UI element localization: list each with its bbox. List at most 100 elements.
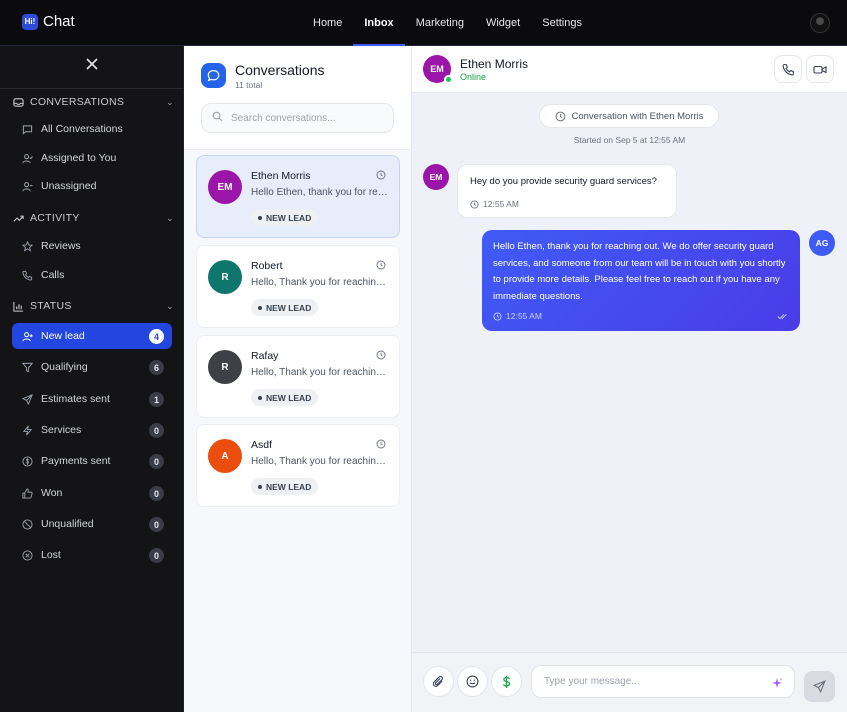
section-activity[interactable]: ACTIVITY ⌄ xyxy=(12,209,174,227)
search-box[interactable] xyxy=(201,103,394,133)
nav-settings[interactable]: Settings xyxy=(531,0,593,46)
count-badge: 0 xyxy=(149,423,164,438)
count-badge: 0 xyxy=(149,454,164,469)
section-label: CONVERSATIONS xyxy=(30,96,125,108)
clock-icon xyxy=(555,111,565,121)
conversation-card-asdf[interactable]: A Asdf Hello, Thank you for reaching out… xyxy=(196,424,400,507)
conversations-title: Conversations xyxy=(235,62,325,78)
conversation-name: Ethen Morris xyxy=(251,170,311,182)
count-badge: 0 xyxy=(149,548,164,563)
thumbs-up-icon xyxy=(21,487,33,499)
attach-button[interactable] xyxy=(423,666,454,697)
bar-chart-icon xyxy=(12,300,24,312)
clock-icon xyxy=(470,199,479,209)
nav-inbox[interactable]: Inbox xyxy=(353,0,406,46)
sparkle-ai-icon[interactable] xyxy=(771,677,783,689)
online-indicator xyxy=(444,75,453,84)
user-minus-icon xyxy=(21,180,33,192)
conversation-card-rafay[interactable]: R Rafay Hello, Thank you for reaching ou… xyxy=(196,335,400,418)
conversation-preview: Hello, Thank you for reaching out. xyxy=(251,367,389,378)
sidebar-item-label: Services xyxy=(41,424,82,436)
payment-button[interactable] xyxy=(491,666,522,697)
status-badge-label: NEW LEAD xyxy=(266,302,312,313)
count-badge: 6 xyxy=(149,360,164,375)
status-badge: NEW LEAD xyxy=(251,478,319,495)
chat-panel: EM Ethen Morris Online Conversation with… xyxy=(412,46,847,712)
sidebar-item-lost[interactable]: Lost 0 xyxy=(12,542,172,568)
section-label: STATUS xyxy=(30,300,72,312)
count-badge: 0 xyxy=(149,486,164,501)
nav-marketing[interactable]: Marketing xyxy=(405,0,475,46)
status-badge-label: NEW LEAD xyxy=(266,392,312,403)
video-call-button[interactable] xyxy=(806,55,834,83)
incoming-message: Hey do you provide security guard servic… xyxy=(457,164,677,218)
message-input[interactable] xyxy=(544,676,764,687)
sidebar-item-unqualified[interactable]: Unqualified 0 xyxy=(12,511,172,537)
send-icon xyxy=(21,393,33,405)
sidebar-item-won[interactable]: Won 0 xyxy=(12,480,172,506)
search-input[interactable] xyxy=(231,112,381,124)
sidebar-item-label: Qualifying xyxy=(41,361,88,373)
message-input-box[interactable] xyxy=(531,665,795,698)
phone-icon xyxy=(782,63,794,75)
nav-home[interactable]: Home xyxy=(302,0,353,46)
user-avatar[interactable] xyxy=(810,13,830,33)
sidebar-item-calls[interactable]: Calls xyxy=(12,262,172,288)
nav-widget[interactable]: Widget xyxy=(475,0,531,46)
section-status[interactable]: STATUS ⌄ xyxy=(12,297,174,315)
sidebar-item-qualifying[interactable]: Qualifying 6 xyxy=(12,354,172,380)
top-bar: Hi! Chat Home Inbox Marketing Widget Set… xyxy=(0,0,847,46)
contact-name: Ethen Morris xyxy=(460,57,529,71)
close-icon[interactable] xyxy=(84,58,100,74)
sidebar-item-label: Estimates sent xyxy=(41,393,110,405)
filter-icon xyxy=(21,361,33,373)
phone-icon xyxy=(21,269,33,281)
section-label: ACTIVITY xyxy=(30,212,80,224)
sidebar-item-estimates-sent[interactable]: Estimates sent 1 xyxy=(12,386,172,412)
sidebar-item-services[interactable]: Services 0 xyxy=(12,417,172,443)
chevron-down-icon: ⌄ xyxy=(166,300,174,311)
chat-header: EM Ethen Morris Online xyxy=(412,46,847,93)
sidebar-item-assigned[interactable]: Assigned to You xyxy=(12,145,172,171)
conversations-panel: Conversations 11 total EM Ethen Morris H… xyxy=(184,46,412,712)
sidebar-item-label: All Conversations xyxy=(41,123,123,135)
call-button[interactable] xyxy=(774,55,802,83)
avatar: EM xyxy=(208,170,242,204)
send-button[interactable] xyxy=(804,671,835,702)
sidebar-item-new-lead[interactable]: New lead 4 xyxy=(12,323,172,349)
conversation-card-robert[interactable]: R Robert Hello, Thank you for reaching o… xyxy=(196,245,400,328)
message-avatar: EM xyxy=(423,164,449,190)
status-badge: NEW LEAD xyxy=(251,209,319,226)
dollar-circle-icon xyxy=(21,455,33,467)
message-text: Hello Ethen, thank you for reaching out.… xyxy=(493,241,786,302)
sidebar-item-label: Unqualified xyxy=(41,518,94,530)
sidebar-item-payments-sent[interactable]: Payments sent 0 xyxy=(12,448,172,474)
sidebar-item-all-conversations[interactable]: All Conversations xyxy=(12,116,172,142)
sidebar-item-reviews[interactable]: Reviews xyxy=(12,233,172,259)
app-name: Chat xyxy=(43,13,75,30)
status-badge-label: NEW LEAD xyxy=(266,481,312,492)
send-icon xyxy=(813,680,826,693)
conversation-preview: Hello, Thank you for reaching out. xyxy=(251,277,389,288)
search-icon xyxy=(212,109,223,127)
sidebar-item-label: Lost xyxy=(41,549,61,561)
conversation-name: Rafay xyxy=(251,350,279,362)
conversation-card-ethen-morris[interactable]: EM Ethen Morris Hello Ethen, thank you f… xyxy=(196,155,400,238)
message-text: Hey do you provide security guard servic… xyxy=(470,176,657,187)
count-badge: 4 xyxy=(149,329,164,344)
conversations-count: 11 total xyxy=(235,80,263,90)
clock-icon xyxy=(376,439,386,449)
ban-icon xyxy=(21,518,33,530)
sidebar-item-label: Won xyxy=(41,487,63,499)
conversations-header: Conversations 11 total xyxy=(184,46,411,150)
sidebar-item-label: Unassigned xyxy=(41,180,97,192)
top-nav: Home Inbox Marketing Widget Settings xyxy=(302,0,593,46)
zap-icon xyxy=(21,424,33,436)
section-conversations[interactable]: CONVERSATIONS ⌄ xyxy=(12,93,174,111)
inbox-icon xyxy=(12,96,24,108)
app-logo[interactable]: Hi! Chat xyxy=(22,13,75,30)
sidebar-item-unassigned[interactable]: Unassigned xyxy=(12,173,172,199)
emoji-button[interactable] xyxy=(457,666,488,697)
chevron-down-icon: ⌄ xyxy=(166,212,174,223)
sidebar-divider xyxy=(0,88,184,89)
